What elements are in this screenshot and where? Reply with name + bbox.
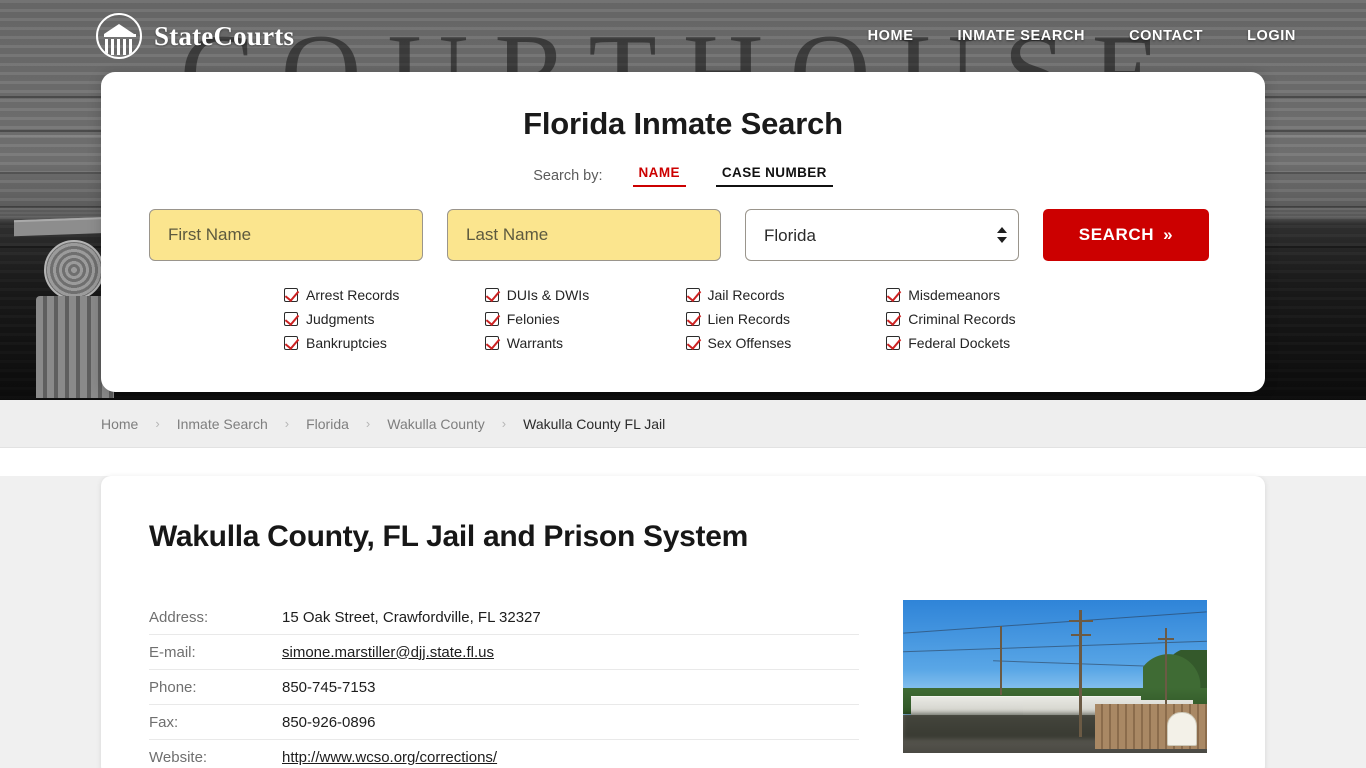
checkbox-checked-icon bbox=[284, 288, 298, 302]
row-label-phone: Phone: bbox=[149, 678, 197, 696]
row-value-fax: 850-926-0896 bbox=[282, 713, 376, 731]
badge-lien-records: Lien Records bbox=[685, 311, 887, 327]
checkbox-checked-icon bbox=[886, 312, 901, 326]
breadcrumb-item-inmate-search[interactable]: Inmate Search bbox=[177, 416, 268, 432]
table-row: E-mail: simone.marstiller@djj.state.fl.u… bbox=[149, 635, 859, 670]
badge-misdemeanors: Misdemeanors bbox=[886, 287, 1087, 303]
badge-label: Judgments bbox=[306, 311, 375, 327]
breadcrumb-item-current: Wakulla County FL Jail bbox=[523, 415, 666, 432]
badge-label: Bankruptcies bbox=[306, 335, 387, 351]
top-navigation-bar: StateCourts HOME INMATE SEARCH CONTACT L… bbox=[0, 0, 1366, 72]
badge-arrest-records: Arrest Records bbox=[284, 287, 485, 303]
detail-section: Address: 15 Oak Street, Crawfordville, F… bbox=[149, 600, 1217, 768]
badge-label: Criminal Records bbox=[908, 311, 1016, 327]
table-row: Website: http://www.wcso.org/corrections… bbox=[149, 740, 859, 768]
badge-judgments: Judgments bbox=[284, 311, 485, 327]
first-name-input[interactable] bbox=[149, 209, 423, 261]
badge-criminal-records: Criminal Records bbox=[886, 311, 1087, 327]
search-by-label: Search by: bbox=[533, 167, 603, 184]
search-form: Florida SEARCH » bbox=[149, 209, 1217, 261]
brand-logo[interactable]: StateCourts bbox=[96, 13, 294, 59]
brand-name: StateCourts bbox=[154, 20, 295, 51]
breadcrumb-item-wakulla-county[interactable]: Wakulla County bbox=[387, 416, 485, 432]
checkbox-checked-icon bbox=[886, 336, 901, 350]
nav-item-login[interactable]: LOGIN bbox=[1247, 28, 1296, 44]
tab-name[interactable]: NAME bbox=[632, 164, 686, 187]
nav-item-contact[interactable]: CONTACT bbox=[1129, 28, 1203, 44]
badge-federal-dockets: Federal Dockets bbox=[886, 335, 1087, 351]
chevron-right-icon: › bbox=[155, 416, 160, 431]
breadcrumb-bar: Home › Inmate Search › Florida › Wakulla… bbox=[0, 400, 1366, 448]
nav-item-inmate-search[interactable]: INMATE SEARCH bbox=[958, 28, 1086, 44]
checkbox-checked-icon bbox=[685, 312, 700, 326]
badge-bankruptcies: Bankruptcies bbox=[284, 335, 485, 351]
table-row: Fax: 850-926-0896 bbox=[149, 705, 859, 740]
badge-label: Arrest Records bbox=[306, 287, 400, 303]
badge-label: Sex Offenses bbox=[707, 335, 792, 351]
jail-facility-photo bbox=[903, 600, 1207, 753]
badge-warrants: Warrants bbox=[484, 335, 686, 351]
row-value-phone: 850-745-7153 bbox=[282, 678, 376, 696]
breadcrumb-item-home[interactable]: Home bbox=[101, 416, 138, 432]
badge-sex-offenses: Sex Offenses bbox=[685, 335, 887, 351]
courthouse-logo-icon bbox=[96, 13, 142, 59]
record-type-list: Arrest Records DUIs & DWIs Jail Records … bbox=[284, 287, 1087, 351]
last-name-input[interactable] bbox=[447, 209, 721, 261]
double-chevron-right-icon: » bbox=[1163, 225, 1174, 244]
row-value-address: 15 Oak Street, Crawfordville, FL 32327 bbox=[282, 608, 541, 626]
row-value-email: simone.marstiller@djj.state.fl.us bbox=[282, 644, 494, 661]
main-nav: HOME INMATE SEARCH CONTACT LOGIN bbox=[868, 28, 1296, 44]
checkbox-checked-icon bbox=[685, 288, 700, 302]
page-background: Wakulla County, FL Jail and Prison Syste… bbox=[0, 476, 1366, 768]
badge-label: Jail Records bbox=[707, 287, 785, 303]
badge-duis-dwis: DUIs & DWIs bbox=[484, 287, 686, 303]
badge-label: Misdemeanors bbox=[908, 287, 1001, 303]
chevron-right-icon: › bbox=[501, 416, 507, 431]
chevron-right-icon: › bbox=[284, 416, 290, 431]
row-label-email: E-mail: bbox=[149, 643, 196, 661]
table-row: Phone: 850-745-7153 bbox=[149, 670, 859, 705]
badge-jail-records: Jail Records bbox=[685, 287, 887, 303]
hero-banner: COURTHOUSE StateCourts HOME INMATE SEARC… bbox=[0, 0, 1366, 400]
email-link[interactable]: simone.marstiller@djj.state.fl.us bbox=[282, 644, 494, 661]
badge-label: Felonies bbox=[506, 311, 560, 327]
breadcrumb: Home › Inmate Search › Florida › Wakulla… bbox=[101, 416, 665, 432]
badge-label: Lien Records bbox=[707, 311, 791, 327]
badge-label: Federal Dockets bbox=[908, 335, 1011, 351]
facility-info-table: Address: 15 Oak Street, Crawfordville, F… bbox=[149, 600, 859, 768]
website-link[interactable]: http://www.wcso.org/corrections/ bbox=[282, 749, 497, 766]
breadcrumb-item-florida[interactable]: Florida bbox=[306, 416, 349, 432]
table-row: Address: 15 Oak Street, Crawfordville, F… bbox=[149, 600, 859, 635]
checkbox-checked-icon bbox=[484, 312, 499, 326]
search-button-label: SEARCH bbox=[1078, 225, 1155, 244]
nav-item-home[interactable]: HOME bbox=[868, 28, 914, 44]
checkbox-checked-icon bbox=[886, 288, 901, 302]
search-by-row: Search by: NAME CASE NUMBER bbox=[149, 164, 1217, 187]
facility-detail-card: Wakulla County, FL Jail and Prison Syste… bbox=[101, 476, 1265, 768]
search-button[interactable]: SEARCH » bbox=[1043, 209, 1209, 261]
chevron-right-icon: › bbox=[365, 416, 371, 431]
badge-felonies: Felonies bbox=[484, 311, 686, 327]
checkbox-checked-icon bbox=[484, 336, 499, 350]
state-select[interactable]: Florida bbox=[745, 209, 1019, 261]
row-label-website: Website: bbox=[149, 748, 208, 766]
search-card-title: Florida Inmate Search bbox=[523, 106, 843, 141]
row-label-fax: Fax: bbox=[149, 713, 179, 731]
badge-label: DUIs & DWIs bbox=[506, 287, 590, 303]
tab-case-number[interactable]: CASE NUMBER bbox=[715, 164, 833, 187]
checkbox-checked-icon bbox=[484, 288, 499, 302]
checkbox-checked-icon bbox=[284, 336, 298, 350]
state-select-wrapper: Florida bbox=[745, 209, 1019, 261]
badge-label: Warrants bbox=[506, 335, 564, 351]
checkbox-checked-icon bbox=[685, 336, 700, 350]
row-value-website: http://www.wcso.org/corrections/ bbox=[282, 749, 497, 766]
inmate-search-card: Florida Inmate Search Search by: NAME CA… bbox=[101, 72, 1265, 392]
page-title: Wakulla County, FL Jail and Prison Syste… bbox=[149, 520, 748, 553]
row-label-address: Address: bbox=[149, 608, 209, 626]
checkbox-checked-icon bbox=[284, 312, 298, 326]
